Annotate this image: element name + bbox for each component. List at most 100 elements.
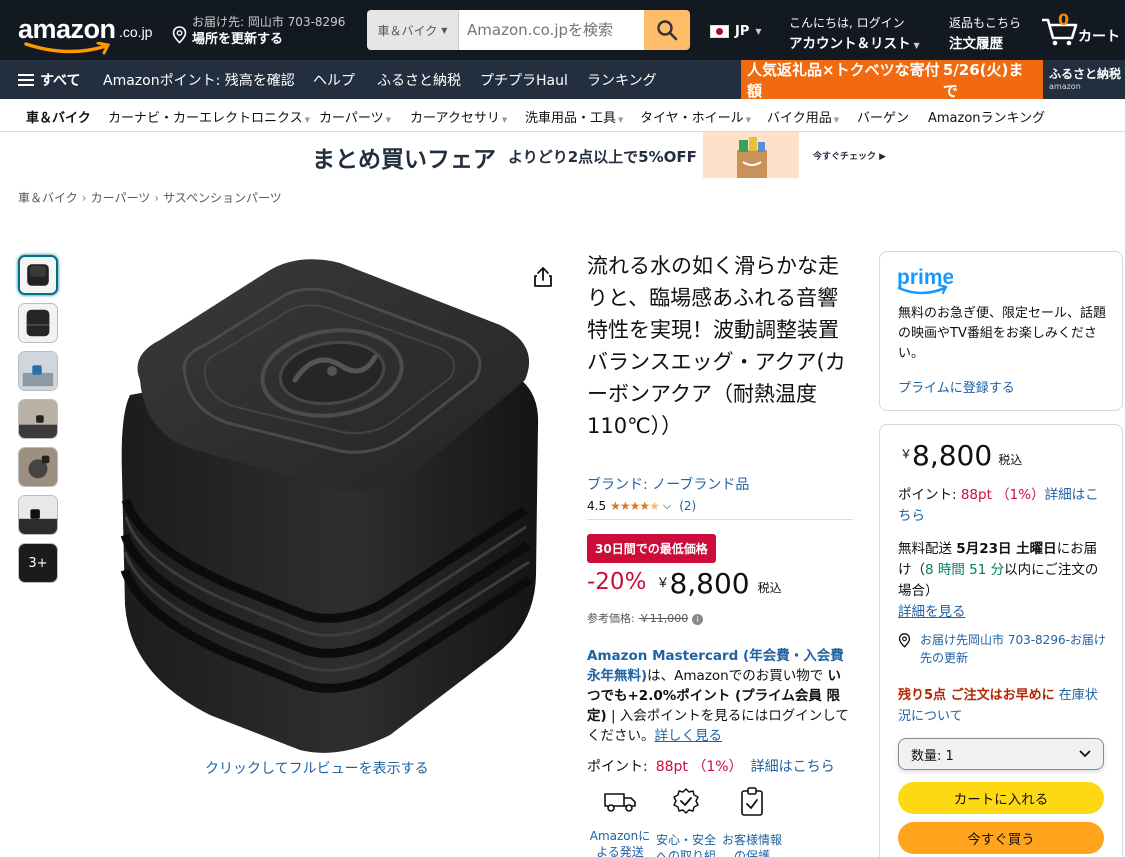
more-images-button[interactable]: 3+ <box>18 543 58 583</box>
returns-orders[interactable]: 返品もこちら 注文履歴 <box>949 14 1021 52</box>
chevron-down-icon[interactable]: ⌵ <box>663 499 671 513</box>
logo-smile-icon <box>24 42 111 55</box>
stock-status: 残り5点 ご注文はお早めに 在庫状況について <box>898 685 1110 727</box>
category-nav-item[interactable]: カーアクセサリ ▼ <box>410 107 507 126</box>
points-details-link[interactable]: 詳細はこちら <box>751 759 835 775</box>
price-row: -20% ￥ 8,800 税込 <box>587 569 782 599</box>
main-product-image[interactable] <box>100 245 550 755</box>
list-price-label: 参考価格: <box>587 612 635 625</box>
product-title: 流れる水の如く滑らかな走りと、臨場感あふれる音響特性を実現！波動調整装置 バラン… <box>587 254 846 438</box>
language-selector[interactable]: JP ▼ <box>710 24 762 39</box>
nav-item-haul[interactable]: プチプラHaul <box>480 70 568 90</box>
brand-link[interactable]: ブランド: ノーブランド品 <box>587 474 749 494</box>
category-nav-item[interactable]: バイク用品 ▼ <box>767 107 839 126</box>
category-nav-item[interactable]: カーパーツ ▼ <box>319 107 391 126</box>
promo-fair-banner[interactable]: まとめ買いフェア よりどり2点以上で5%OFF 今すぐチェック ▶ <box>0 132 1125 178</box>
delivery-location-label: お届け先岡山市 703-8296‐お届け先の更新 <box>920 633 1106 665</box>
category-nav-item[interactable]: Amazonランキング <box>928 107 1045 126</box>
promo-banner[interactable]: 人気返礼品×トクベツな寄付額 5/26(火)まで <box>741 60 1043 100</box>
badge-safety[interactable]: 安心・安全への取り組み <box>653 786 719 857</box>
deliver-to[interactable]: お届け先: 岡山市 703-8296 場所を更新する <box>172 12 352 48</box>
badge-label: Amazonによる発送 <box>589 829 651 857</box>
account-menu[interactable]: こんにちは, ログイン アカウント＆リスト ▼ <box>789 14 920 52</box>
breadcrumb-separator-icon: › <box>81 191 87 205</box>
banner-cta: 今すぐチェック ▶ <box>813 152 887 162</box>
category-nav-item[interactable]: 洗車用品・工具 ▼ <box>525 107 623 126</box>
chevron-down-icon: ▼ <box>755 27 762 36</box>
delivery-details-link[interactable]: 詳細を見る <box>898 604 966 620</box>
prime-description: 無料のお急ぎ便、限定セール、話題の映画やTV番組をお楽しみください。 <box>898 306 1107 361</box>
info-icon[interactable]: i <box>692 614 704 625</box>
share-button[interactable] <box>533 266 553 292</box>
breadcrumb-separator-icon: › <box>154 191 160 205</box>
breadcrumb-item[interactable]: 車＆バイク <box>18 191 78 205</box>
quantity-select[interactable]: 数量: 1 <box>898 738 1104 770</box>
language-label: JP <box>735 24 750 39</box>
chevron-down-icon <box>1079 750 1091 758</box>
category-nav-label: 洗車用品・工具 <box>525 111 617 126</box>
category-nav-item[interactable]: 車＆バイク <box>26 107 91 126</box>
thumbnail-image[interactable] <box>18 255 58 295</box>
location-pin-icon <box>898 633 911 648</box>
category-nav-label: バイク用品 <box>767 111 832 126</box>
nav-item-ranking[interactable]: ランキング <box>587 70 657 90</box>
banner-subtitle: よりどり2点以上で5%OFF <box>508 148 697 166</box>
chevron-down-icon: ▼ <box>385 116 392 124</box>
currency-symbol: ￥ <box>656 576 670 591</box>
breadcrumb-item[interactable]: サスペンションパーツ <box>163 191 282 205</box>
list-price-value: ￥11,000 <box>638 612 689 625</box>
buybox-price: ￥ 8,800 税込 <box>900 441 1022 471</box>
tax-label: 税込 <box>998 453 1023 467</box>
category-nav-item[interactable]: タイヤ・ホイール ▼ <box>640 107 751 126</box>
category-nav-label: カーアクセサリ <box>410 111 500 126</box>
all-menu-button[interactable]: すべて <box>18 70 80 90</box>
price-value: 8,800 <box>669 567 750 600</box>
thumbnail-image[interactable] <box>18 495 58 535</box>
delivery-date: 5月23日 土曜日 <box>956 541 1057 557</box>
add-to-cart-button[interactable]: カートに入れる <box>898 782 1104 814</box>
main-nav: すべて Amazonポイント: 残高を確認 ヘルプ ふるさと納税 プチプラHau… <box>0 60 1125 100</box>
nav-item-furusato[interactable]: ふるさと納税 <box>377 70 461 90</box>
category-nav: 車＆バイク カーナビ・カーエレクトロニクス ▼ カーパーツ ▼ カーアクセサリ ▼ 洗… <box>0 99 1125 132</box>
category-nav-item[interactable]: カーナビ・カーエレクトロニクス ▼ <box>108 107 310 126</box>
star-rating-icon[interactable]: ★★★★★ <box>610 499 660 513</box>
buy-now-button[interactable]: 今すぐ買う <box>898 822 1104 854</box>
buybox-price-value: 8,800 <box>912 439 993 472</box>
thumbnail-image[interactable] <box>18 351 58 391</box>
furusato-logo[interactable]: ふるさと納税 amazon <box>1043 60 1125 99</box>
chevron-down-icon: ▼ <box>833 116 840 124</box>
furusato-label: ふるさと納税 <box>1049 67 1122 81</box>
search-icon <box>657 20 678 41</box>
breadcrumb-item[interactable]: カーパーツ <box>91 191 151 205</box>
rating-count-link[interactable]: (2) <box>679 499 696 513</box>
delivery-location[interactable]: お届け先岡山市 703-8296‐お届け先の更新 <box>898 631 1110 667</box>
search-category-label: 車＆バイク <box>377 23 438 38</box>
badge-privacy[interactable]: お客様情報の保護 <box>719 786 785 857</box>
currency-symbol: ￥ <box>900 447 913 461</box>
nav-item-points[interactable]: Amazonポイント: 残高を確認 <box>103 70 295 90</box>
delivery-truck-icon <box>604 793 636 812</box>
prime-join-link[interactable]: プライムに登録する <box>898 377 1015 396</box>
full-view-link[interactable]: クリックしてフルビューを表示する <box>205 758 429 778</box>
search-category-select[interactable]: 車＆バイク ▼ <box>367 10 459 50</box>
cart-button[interactable]: 0 カート <box>1040 10 1125 50</box>
returns-label: 返品もこちら <box>949 16 1022 30</box>
thumbnail-image[interactable] <box>18 303 58 343</box>
hamburger-icon <box>18 74 34 86</box>
promo-text: 人気返礼品×トクベツな寄付額 <box>747 60 940 100</box>
amazon-logo[interactable]: amazon .co.jp <box>16 12 156 55</box>
mastercard-promo: Amazon Mastercard (年会費・入会費永年無料)は、Amazonで… <box>587 646 853 746</box>
nav-item-help[interactable]: ヘルプ <box>313 70 355 90</box>
top-nav: amazon .co.jp お届け先: 岡山市 703-8296 場所を更新する… <box>0 0 1125 60</box>
category-nav-item[interactable]: バーゲン <box>857 107 909 126</box>
mastercard-details-link[interactable]: 詳しく見る <box>655 728 723 744</box>
thumbnail-image[interactable] <box>18 399 58 439</box>
search-bar: 車＆バイク ▼ <box>367 10 690 50</box>
promo-date: 5/26(火)まで <box>942 60 1024 100</box>
search-button[interactable] <box>644 10 690 50</box>
logo-text: amazon <box>18 14 116 44</box>
breadcrumb: 車＆バイク › カーパーツ › サスペンションパーツ <box>18 189 282 206</box>
thumbnail-image[interactable] <box>18 447 58 487</box>
search-input[interactable] <box>459 10 644 50</box>
badge-amazon-shipping[interactable]: Amazonによる発送 <box>587 786 653 857</box>
